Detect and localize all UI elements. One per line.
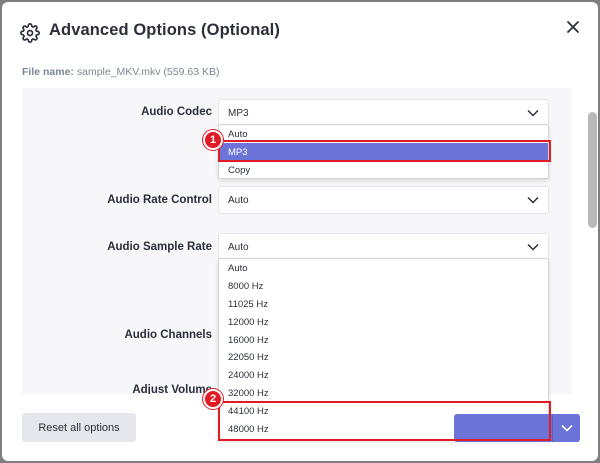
close-icon[interactable] <box>563 17 583 37</box>
audio-codec-option[interactable]: Copy <box>219 161 548 179</box>
step-badge-1: 1 <box>203 130 223 150</box>
sample-rate-option[interactable]: 24000 Hz <box>219 366 548 384</box>
sample-rate-option[interactable]: 8000 Hz <box>219 277 548 295</box>
audio-sample-rate-select[interactable]: Auto <box>218 233 549 261</box>
audio-codec-label: Audio Codec <box>141 106 212 118</box>
chevron-down-icon <box>527 196 539 204</box>
dialog-title: Advanced Options (Optional) <box>49 21 280 39</box>
chevron-down-icon <box>527 109 539 117</box>
chevron-down-icon <box>527 243 539 251</box>
sample-rate-option[interactable]: Auto <box>219 259 548 277</box>
audio-codec-select[interactable]: MP3 <box>218 99 549 127</box>
audio-rate-control-label: Audio Rate Control <box>107 194 212 206</box>
audio-sample-rate-label: Audio Sample Rate <box>107 241 212 253</box>
scrollbar[interactable] <box>588 112 597 228</box>
sample-rate-option[interactable]: 32000 Hz <box>219 384 548 402</box>
audio-rate-control-value: Auto <box>228 195 249 206</box>
file-name: File name: sample_MKV.mkv (559.63 KB) <box>22 66 219 78</box>
advanced-options-dialog: Advanced Options (Optional) File name: s… <box>2 2 598 461</box>
highlight-box-sample-rates <box>218 401 551 441</box>
convert-options-button[interactable] <box>552 414 580 442</box>
adjust-volume-label: Adjust Volume <box>132 384 212 394</box>
audio-codec-value: MP3 <box>228 108 249 119</box>
file-name-label: File name: <box>22 66 74 78</box>
sample-rate-option[interactable]: 22050 Hz <box>219 348 548 366</box>
audio-sample-rate-value: Auto <box>228 242 249 253</box>
audio-channels-label: Audio Channels <box>124 329 212 341</box>
sample-rate-option[interactable]: 16000 Hz <box>219 331 548 349</box>
step-badge-2: 2 <box>203 389 223 409</box>
sample-rate-option[interactable]: 12000 Hz <box>219 313 548 331</box>
reset-all-options-button[interactable]: Reset all options <box>22 413 136 442</box>
highlight-box-mp3 <box>218 140 551 162</box>
sample-rate-option[interactable]: 11025 Hz <box>219 295 548 313</box>
chevron-down-icon <box>561 424 573 432</box>
gear-icon <box>20 23 40 43</box>
file-name-value: sample_MKV.mkv (559.63 KB) <box>76 66 220 78</box>
audio-rate-control-select[interactable]: Auto <box>218 186 549 214</box>
